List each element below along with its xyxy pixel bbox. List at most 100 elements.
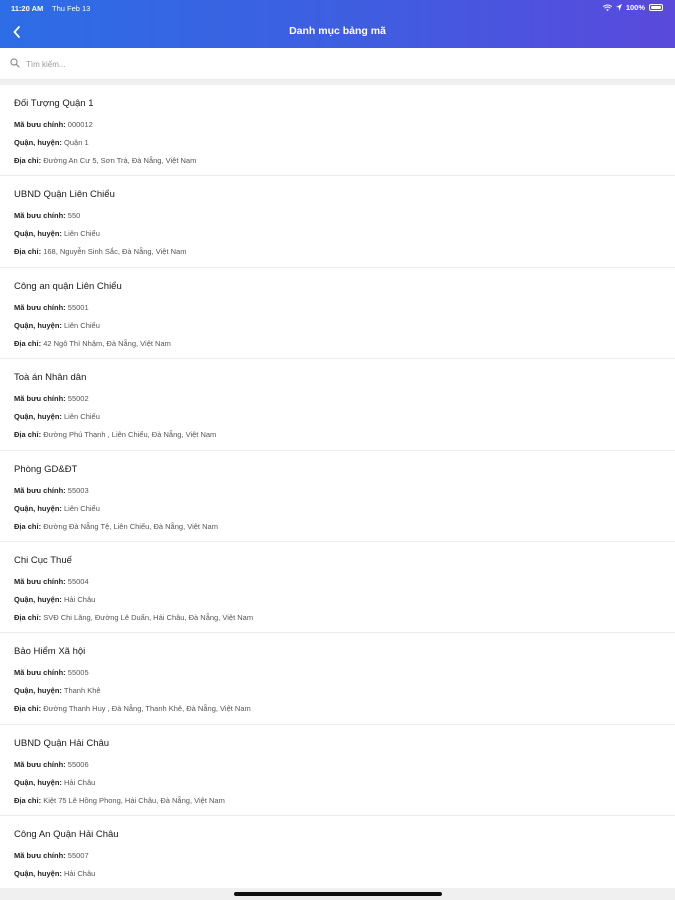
address-label: Địa chỉ: <box>14 795 42 805</box>
postal-code-row: Mã bưu chính: 55005 <box>14 664 661 682</box>
postal-code-label: Mã bưu chính: <box>14 211 66 221</box>
district-row: Quận, huyện: Liên Chiểu <box>14 500 661 518</box>
address-label: Địa chỉ: <box>14 704 42 714</box>
address-row: Địa chỉ: Đường An Cư 5, Sơn Trà, Đà Nẵng… <box>14 152 661 170</box>
district-value: Liên Chiểu <box>64 503 100 513</box>
address-label: Địa chỉ: <box>14 156 42 165</box>
address-label: Địa chỉ: <box>14 521 42 531</box>
postal-code-label: Mã bưu chính: <box>14 668 66 678</box>
postal-code-value: 55001 <box>67 302 89 312</box>
address-row: Địa chỉ: Kiệt 75 Lê Hồng Phong, Hải Châu… <box>14 792 661 810</box>
address-row: Địa chỉ: Đường Phú Thạnh , Liên Chiểu, Đ… <box>14 426 661 444</box>
list-item[interactable]: Công an quận Liên Chiểu Mã bưu chính: 55… <box>0 268 675 360</box>
wifi-icon <box>602 4 612 11</box>
search-icon <box>10 58 20 68</box>
postal-code-label: Mã bưu chính: <box>14 851 66 861</box>
district-row: Quận, huyện: Hải Châu <box>14 591 661 609</box>
address-value: SVĐ Chi Lăng, Đường Lê Duẩn, Hải Châu, Đ… <box>43 612 254 622</box>
address-label: Địa chỉ: <box>14 247 42 257</box>
postal-code-row: Mã bưu chính: 55007 <box>14 847 661 865</box>
district-label: Quận, huyện: <box>14 503 62 513</box>
district-label: Quận, huyện: <box>14 412 62 422</box>
item-title: Công an quận Liên Chiểu <box>14 280 122 292</box>
home-indicator[interactable] <box>234 892 442 896</box>
list-item[interactable]: Đối Tượng Quận 1 Mã bưu chính: 000012 Qu… <box>0 85 675 177</box>
district-value: Hải Châu <box>64 777 96 787</box>
district-value: Liên Chiểu <box>64 229 100 239</box>
district-label: Quận, huyện: <box>14 594 62 604</box>
postal-code-value: 55004 <box>67 576 89 586</box>
nav-bar: Danh mục bảng mã <box>0 16 675 48</box>
district-row: Quận, huyện: Hải Châu <box>14 865 661 883</box>
list-item[interactable]: Bảo Hiểm Xã hội Mã bưu chính: 55005 Quận… <box>0 633 675 725</box>
district-value: Hải Châu <box>64 594 96 604</box>
item-title: Chi Cục Thuế <box>14 554 72 566</box>
postal-code-label: Mã bưu chính: <box>14 576 66 586</box>
item-title: Bảo Hiểm Xã hội <box>14 646 86 658</box>
postal-code-row: Mã bưu chính: 55004 <box>14 573 661 591</box>
district-value: Liên Chiểu <box>64 412 100 422</box>
postal-code-label: Mã bưu chính: <box>14 759 66 769</box>
address-value: Đường An Cư 5, Sơn Trà, Đà Nẵng, Việt Na… <box>43 156 197 165</box>
postal-code-row: Mã bưu chính: 550 <box>14 207 661 225</box>
address-label: Địa chỉ: <box>14 338 42 348</box>
postal-code-row: Mã bưu chính: 55001 <box>14 299 661 317</box>
code-list: Đối Tượng Quận 1 Mã bưu chính: 000012 Qu… <box>0 85 675 888</box>
district-value: Hải Châu <box>64 869 96 879</box>
postal-code-row: Mã bưu chính: 000012 <box>14 116 661 134</box>
postal-code-value: 55005 <box>67 668 89 678</box>
list-item[interactable]: Phòng GD&ĐT Mã bưu chính: 55003 Quận, hu… <box>0 451 675 542</box>
postal-code-value: 55003 <box>67 485 89 495</box>
list-item[interactable]: Công An Quận Hải Châu Mã bưu chính: 5500… <box>0 816 675 888</box>
postal-code-row: Mã bưu chính: 55003 <box>14 482 661 500</box>
district-value: Liên Chiểu <box>64 320 100 330</box>
address-label: Địa chỉ: <box>14 612 42 622</box>
address-value: Đường Thanh Huy , Đà Nẵng, Thanh Khê, Đà… <box>43 704 251 714</box>
district-row: Quận, huyện: Liên Chiểu <box>14 225 661 243</box>
item-title: Toà án Nhân dân <box>14 372 87 384</box>
postal-code-row: Mã bưu chính: 55002 <box>14 390 661 408</box>
address-row: Địa chỉ: 168, Nguyễn Sinh Sắc, Đà Nẵng, … <box>14 243 661 261</box>
address-row: Địa chỉ: Đường Đà Nẵng Tệ, Liên Chiểu, Đ… <box>14 518 661 536</box>
search-input[interactable] <box>26 55 626 73</box>
item-title: Đối Tượng Quận 1 <box>14 98 94 109</box>
address-value: Kiệt 75 Lê Hồng Phong, Hải Châu, Đà Nẵng… <box>43 795 225 805</box>
address-label: Địa chỉ: <box>14 430 42 440</box>
item-title: UBND Quận Hải Châu <box>14 737 110 749</box>
district-label: Quận, huyện: <box>14 229 62 239</box>
status-indicators: 100% <box>602 3 663 12</box>
postal-code-value: 550 <box>67 211 81 221</box>
district-row: Quận, huyện: Thanh Khê <box>14 682 661 700</box>
district-row: Quận, huyện: Liên Chiểu <box>14 317 661 335</box>
district-label: Quận, huyện: <box>14 686 62 696</box>
district-label: Quận, huyện: <box>14 138 62 147</box>
postal-code-label: Mã bưu chính: <box>14 485 66 495</box>
district-value: Thanh Khê <box>63 686 101 696</box>
address-row: Địa chỉ: Đường Thanh Huy , Đà Nẵng, Than… <box>14 700 661 718</box>
list-item[interactable]: Toà án Nhân dân Mã bưu chính: 55002 Quận… <box>0 359 675 451</box>
district-label: Quận, huyện: <box>14 777 62 787</box>
district-row: Quận, huyện: Quận 1 <box>14 134 661 152</box>
list-item[interactable]: UBND Quận Liên Chiểu Mã bưu chính: 550 Q… <box>0 176 675 268</box>
status-time: 11:20 AM <box>11 4 44 13</box>
page-title: Danh mục bảng mã <box>289 25 386 37</box>
postal-code-label: Mã bưu chính: <box>14 302 66 312</box>
status-bar: 11:20 AM Thu Feb 13 100% <box>0 0 675 16</box>
status-date: Thu Feb 13 <box>52 4 91 13</box>
address-value: 42 Ngô Thì Nhậm, Đà Nẵng, Việt Nam <box>43 338 171 348</box>
list-item[interactable]: UBND Quận Hải Châu Mã bưu chính: 55006 Q… <box>0 725 675 817</box>
battery-percent: 100% <box>625 3 645 12</box>
address-row: Địa chỉ: SVĐ Chi Lăng, Đường Lê Duẩn, Hả… <box>14 609 661 627</box>
item-title: Phòng GD&ĐT <box>14 463 78 475</box>
postal-code-value: 000012 <box>67 120 93 129</box>
battery-icon <box>649 4 663 11</box>
item-title: Công An Quận Hải Châu <box>14 829 119 841</box>
address-value: Đường Đà Nẵng Tệ, Liên Chiểu, Đà Nẵng, V… <box>43 521 218 531</box>
postal-code-label: Mã bưu chính: <box>14 394 66 404</box>
postal-code-value: 55006 <box>67 759 89 769</box>
district-row: Quận, huyện: Hải Châu <box>14 774 661 792</box>
list-item[interactable]: Chi Cục Thuế Mã bưu chính: 55004 Quận, h… <box>0 542 675 634</box>
location-arrow-icon <box>615 4 622 11</box>
search-bar <box>0 48 675 80</box>
district-label: Quận, huyện: <box>14 869 62 879</box>
